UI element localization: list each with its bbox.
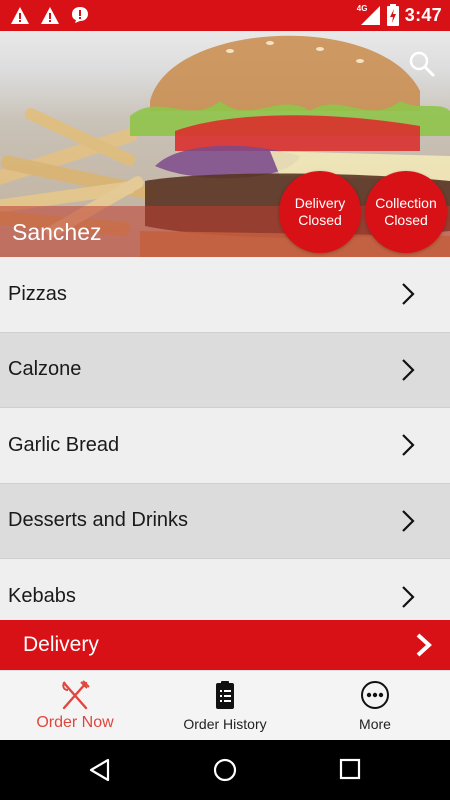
- delivery-mode-button[interactable]: Delivery: [0, 620, 450, 670]
- category-item-pizzas[interactable]: Pizzas: [0, 257, 450, 333]
- category-item-calzone[interactable]: Calzone: [0, 332, 450, 408]
- warning-icon: [41, 6, 59, 24]
- delivery-status-badge: Delivery Closed: [279, 171, 361, 253]
- home-icon[interactable]: [213, 758, 237, 782]
- status-time: 3:47: [404, 4, 442, 25]
- category-label: Kebabs: [8, 585, 76, 607]
- notification-icons: [10, 5, 90, 25]
- category-label: Desserts and Drinks: [8, 509, 189, 532]
- signal-icon: 4G: [357, 4, 381, 26]
- collection-status-badge: Collection Closed: [365, 171, 447, 253]
- collection-status-line2: Closed: [384, 212, 428, 228]
- category-label: Pizzas: [8, 282, 67, 305]
- bottom-nav: Order Now Order History More: [0, 670, 450, 740]
- category-label: Garlic Bread: [8, 433, 120, 456]
- nav-order-history[interactable]: Order History: [150, 671, 300, 740]
- delivery-mode-label: Delivery: [23, 633, 99, 656]
- chat-alert-icon: [72, 7, 88, 23]
- chevron-right-icon: [402, 283, 415, 306]
- nav-order-history-label: Order History: [183, 716, 267, 732]
- category-item-desserts-and-drinks[interactable]: Desserts and Drinks: [0, 483, 450, 559]
- restaurant-hero: Sanchez Delivery Closed Collection Close…: [0, 31, 450, 257]
- search-button[interactable]: [408, 50, 436, 78]
- nav-more-label: More: [359, 716, 391, 732]
- system-nav-bar: [0, 740, 450, 800]
- restaurant-name: Sanchez: [12, 219, 102, 245]
- warning-icon: [11, 6, 29, 24]
- nav-order-now-label: Order Now: [36, 714, 114, 731]
- nav-order-now[interactable]: Order Now: [0, 671, 150, 740]
- back-icon[interactable]: [88, 758, 112, 782]
- more-icon: [361, 681, 389, 709]
- chevron-right-icon: [402, 585, 415, 608]
- recents-icon[interactable]: [339, 758, 361, 780]
- fork-knife-icon: [62, 680, 90, 710]
- battery-charging-icon: [386, 4, 399, 26]
- chevron-right-icon: [402, 358, 415, 381]
- category-list: Pizzas Calzone Garlic Bread Desserts and…: [0, 257, 450, 620]
- collection-status-line1: Collection: [375, 195, 437, 211]
- status-bar: 4G 3:47: [0, 0, 450, 31]
- category-label: Calzone: [8, 358, 82, 381]
- chevron-right-icon: [402, 509, 415, 532]
- delivery-status-line2: Closed: [298, 212, 342, 228]
- system-status-icons: 4G 3:47: [357, 4, 442, 26]
- clipboard-icon: [216, 681, 234, 709]
- delivery-status-line1: Delivery: [294, 195, 346, 211]
- chevron-right-icon: [416, 633, 432, 657]
- category-item-kebabs[interactable]: Kebabs: [0, 559, 450, 620]
- category-item-garlic-bread[interactable]: Garlic Bread: [0, 408, 450, 484]
- search-icon: [409, 51, 435, 77]
- chevron-right-icon: [402, 434, 415, 457]
- nav-more[interactable]: More: [300, 671, 450, 740]
